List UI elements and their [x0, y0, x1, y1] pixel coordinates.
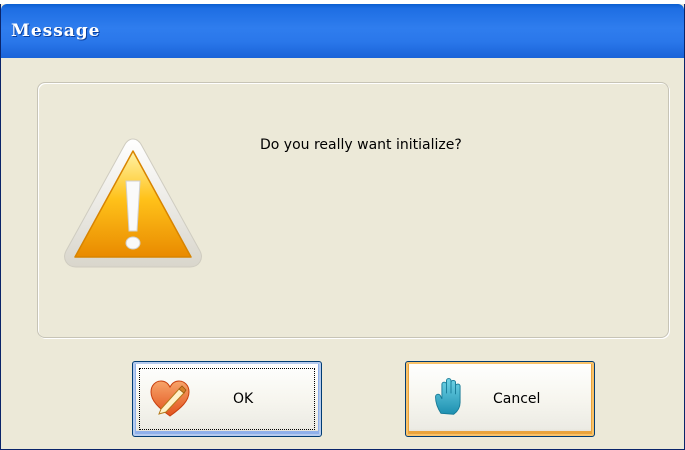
window-title: Message: [11, 21, 101, 41]
title-bar[interactable]: Message: [1, 4, 684, 58]
hand-stop-icon: [435, 378, 461, 415]
ok-button[interactable]: OK: [132, 361, 322, 437]
dialog-message: Do you really want initialize?: [260, 137, 462, 153]
message-panel: Do you really want initialize?: [37, 82, 669, 338]
cancel-button[interactable]: Cancel: [405, 361, 595, 437]
ok-button-label: OK: [233, 391, 254, 407]
heart-pencil-icon: [150, 380, 190, 417]
message-dialog: Message Do you really want initialize? O…: [0, 4, 685, 450]
warning-icon: [64, 138, 202, 268]
cancel-button-label: Cancel: [493, 391, 541, 407]
